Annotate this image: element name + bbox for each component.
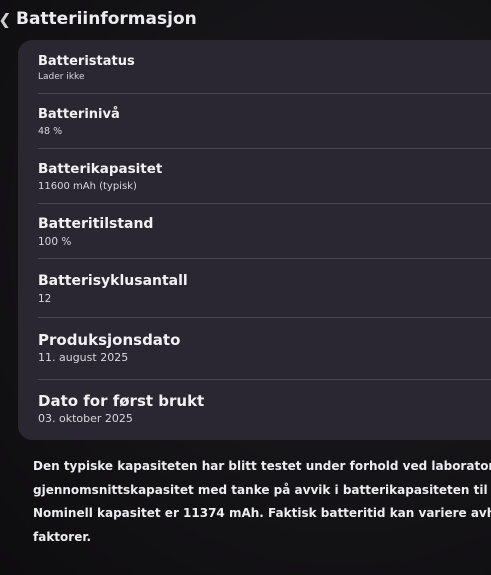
item-value: Lader ikke (38, 72, 85, 82)
item-label: Batteristatus (38, 54, 135, 69)
production-date-item: Produksjonsdato 11. august 2025 (38, 332, 491, 365)
battery-health-item: Batteritilstand 100 % (38, 216, 491, 249)
divider (38, 203, 491, 204)
item-label: Batterinivå (38, 107, 120, 122)
item-value: 48 % (38, 126, 63, 137)
divider (38, 148, 491, 149)
footnote-line: Den typiske kapasiteten har blitt testet… (33, 459, 491, 473)
item-label: Batterikapasitet (38, 161, 163, 177)
capacity-footnote: Den typiske kapasiteten har blitt testet… (33, 455, 491, 549)
divider (38, 379, 491, 380)
page-title: Batteriinformasjon (16, 9, 197, 29)
divider (38, 317, 491, 318)
item-value: 03. oktober 2025 (38, 412, 133, 425)
battery-cycle-count-item: Batterisyklusantall 12 (38, 273, 491, 306)
divider (38, 93, 491, 94)
item-label: Dato for først brukt (38, 392, 205, 410)
battery-capacity-item: Batterikapasitet 11600 mAh (typisk) (38, 161, 491, 194)
chevron-left-icon[interactable]: ❮ (0, 10, 10, 28)
item-label: Batteritilstand (38, 216, 154, 232)
item-value: 100 % (38, 236, 72, 248)
item-value: 11. august 2025 (38, 351, 129, 364)
battery-level-item: Batterinivå 48 % (38, 106, 491, 139)
item-value: 12 (38, 293, 52, 305)
first-use-date-item: Dato for først brukt 03. oktober 2025 (38, 393, 491, 426)
battery-status-item: Batteristatus Lader ikke (38, 53, 491, 84)
footnote-line: faktorer. (33, 529, 92, 544)
battery-info-screen: ❮ Batteriinformasjon Batteristatus Lader… (0, 0, 491, 575)
footnote-line: gjennomsnittskapasitet med tanke på avvi… (33, 482, 491, 497)
divider (38, 258, 491, 259)
item-label: Produksjonsdato (38, 331, 181, 349)
footnote-line: Nominell kapasitet er 11374 mAh. Faktisk… (33, 506, 491, 520)
item-label: Batterisyklusantall (38, 273, 188, 289)
app-header: ❮ Batteriinformasjon (0, 4, 197, 34)
battery-info-card: Batteristatus Lader ikke Batterinivå 48 … (18, 40, 491, 440)
item-value: 11600 mAh (typisk) (38, 181, 137, 192)
